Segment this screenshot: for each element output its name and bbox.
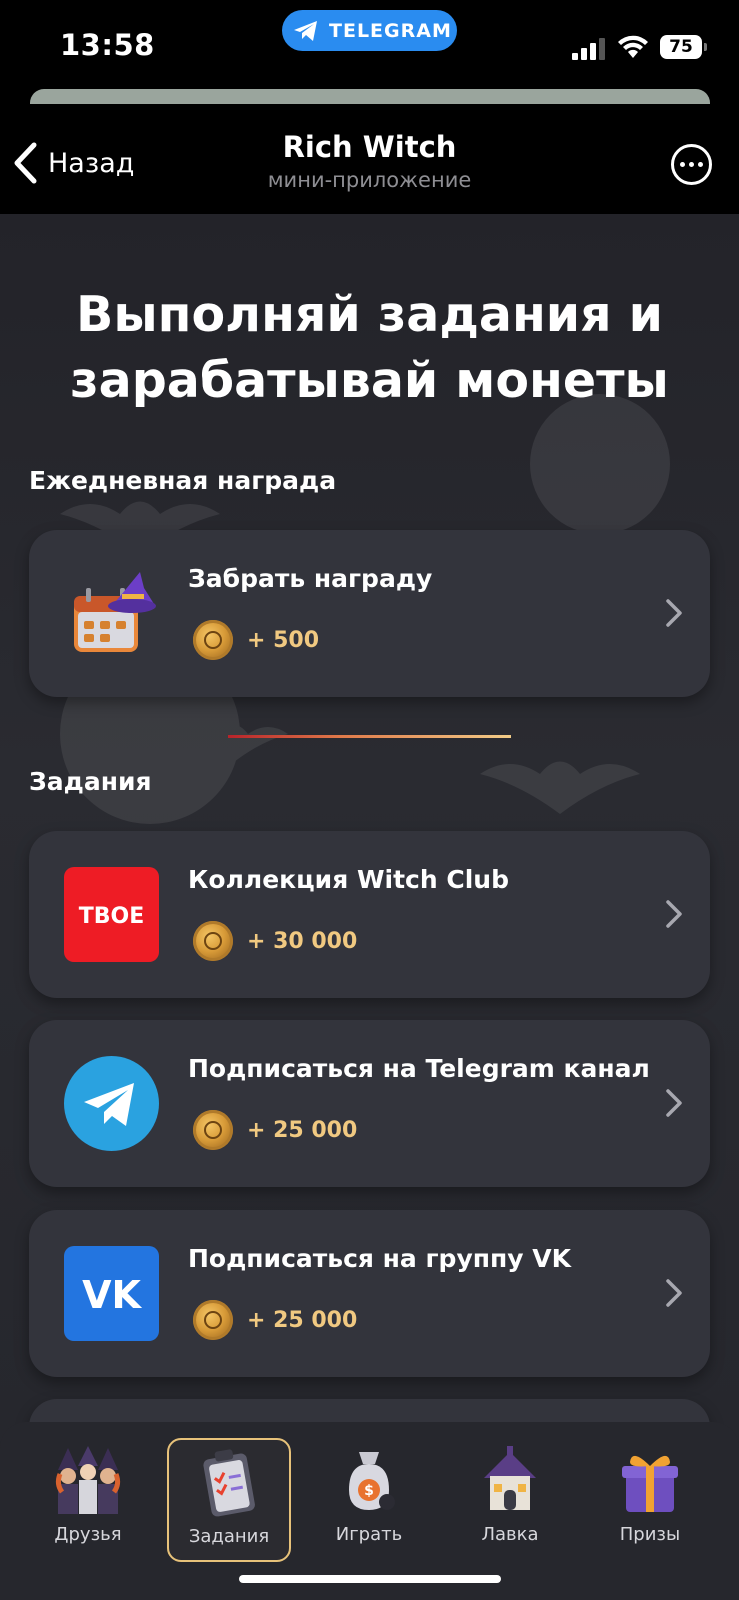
daily-reward-title: Забрать награду	[188, 564, 433, 593]
tvoe-logo-text: ТВОЕ	[79, 904, 145, 929]
nav-friends[interactable]: Друзья	[26, 1438, 150, 1562]
reward-value: + 30 000	[247, 928, 358, 954]
daily-reward-heading: Ежедневная награда	[29, 466, 337, 495]
coin-icon	[193, 620, 233, 660]
telegram-pill[interactable]: TELEGRAM	[282, 10, 457, 51]
status-bar: 13:58 TELEGRAM 75	[0, 0, 739, 96]
shop-house-icon	[484, 1446, 536, 1510]
tasks-icon	[203, 1449, 255, 1517]
daily-reward-card[interactable]: Забрать награду + 500	[29, 530, 710, 697]
tasks-page[interactable]: Выполняй задания и зарабатывай монеты Еж…	[0, 214, 739, 1600]
calendar-witch-hat-icon	[74, 572, 156, 652]
task-title: Подписаться на Telegram канал	[188, 1054, 650, 1083]
tasks-heading: Задания	[29, 767, 152, 796]
task-card[interactable]: ТВОЕ Коллекция Witch Club + 30 000	[29, 831, 710, 998]
nav-shop[interactable]: Лавка	[448, 1438, 572, 1562]
task-card[interactable]: VK Подписаться на группу VK + 25 000	[29, 1210, 710, 1377]
vk-logo-text: VK	[82, 1273, 142, 1317]
task-title: Подписаться на группу VK	[188, 1244, 572, 1273]
page-title: Выполняй задания и зарабатывай монеты	[70, 286, 669, 409]
nav-label: Лавка	[481, 1524, 539, 1545]
home-indicator[interactable]	[239, 1575, 501, 1583]
coin-icon	[193, 921, 233, 961]
nav-label: Задания	[188, 1526, 270, 1547]
tvoe-logo: ТВОЕ	[64, 867, 159, 962]
nav-label: Друзья	[54, 1524, 122, 1545]
nav-label: Призы	[619, 1524, 681, 1545]
telegram-icon	[64, 1056, 159, 1151]
section-divider	[228, 735, 511, 738]
bottom-navigation: Друзья Задания $ Играть Лавка Призы	[0, 1422, 739, 1600]
friends-icon	[55, 1446, 121, 1514]
chevron-right-icon	[666, 1279, 682, 1307]
svg-text:$: $	[364, 1483, 374, 1499]
task-reward: + 25 000	[193, 1110, 357, 1150]
app-header: Назад Rich Witch мини-приложение	[0, 104, 739, 214]
more-dot-icon	[689, 162, 694, 167]
status-time: 13:58	[60, 28, 155, 62]
reward-value: + 500	[247, 627, 320, 653]
chevron-right-icon	[666, 1089, 682, 1117]
telegram-pill-label: TELEGRAM	[329, 19, 452, 42]
more-options-button[interactable]	[671, 144, 712, 185]
nav-label: Играть	[335, 1524, 403, 1545]
money-bag-icon: $	[349, 1452, 395, 1510]
signal-icon	[572, 38, 605, 60]
task-reward: + 30 000	[193, 921, 357, 961]
battery-indicator: 75	[660, 35, 707, 59]
coin-icon	[193, 1110, 233, 1150]
gift-icon	[622, 1455, 678, 1512]
coin-icon	[193, 1300, 233, 1340]
chevron-right-icon	[666, 900, 682, 928]
telegram-plane-icon	[294, 20, 317, 41]
task-title: Коллекция Witch Club	[188, 865, 509, 894]
daily-reward-amount: + 500	[193, 620, 319, 660]
task-reward: + 25 000	[193, 1300, 357, 1340]
nav-prizes[interactable]: Призы	[588, 1438, 712, 1562]
chevron-right-icon	[666, 599, 682, 627]
more-dot-icon	[698, 162, 703, 167]
reward-value: + 25 000	[247, 1307, 358, 1333]
app-title: Rich Witch	[282, 130, 457, 164]
reward-value: + 25 000	[247, 1117, 358, 1143]
task-card[interactable]: Подписаться на Telegram канал + 25 000	[29, 1020, 710, 1187]
vk-icon: VK	[64, 1246, 159, 1341]
wifi-icon	[618, 35, 648, 58]
nav-tasks[interactable]: Задания	[167, 1438, 291, 1562]
nav-play[interactable]: $ Играть	[307, 1438, 431, 1562]
more-dot-icon	[680, 162, 685, 167]
app-subtitle: мини-приложение	[267, 168, 472, 192]
